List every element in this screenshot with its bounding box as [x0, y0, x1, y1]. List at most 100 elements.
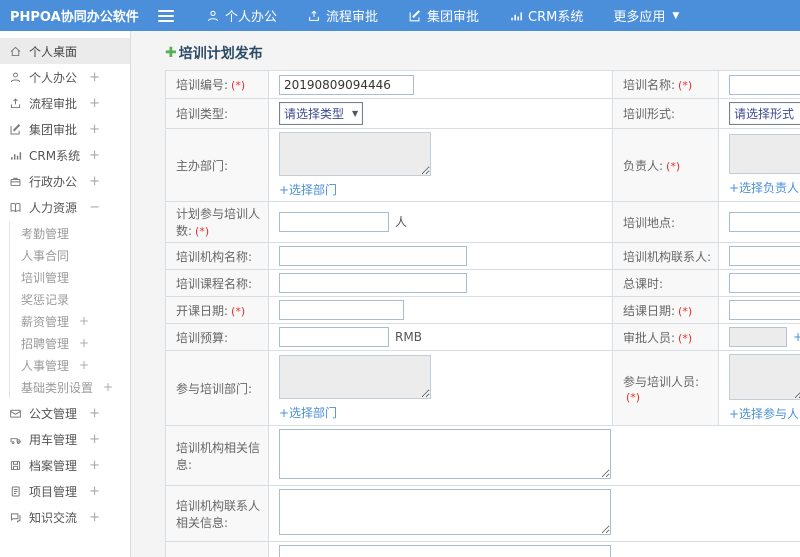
disk-icon — [10, 460, 21, 470]
expand-plus-icon: + — [89, 457, 100, 473]
home-icon — [10, 46, 21, 56]
org-contact-input[interactable] — [729, 246, 800, 266]
choose-join-people-link[interactable]: +选择参与人员 — [729, 405, 800, 422]
start-date-input[interactable] — [279, 300, 404, 320]
label-org-info: 培训机构相关信息: — [176, 440, 261, 472]
user-icon — [10, 72, 21, 82]
choose-join-dept-link[interactable]: +选择部门 — [279, 404, 606, 421]
planned-participants-input[interactable] — [279, 212, 389, 232]
label-training-form: 培训形式: — [623, 107, 676, 121]
leader-textarea[interactable] — [729, 134, 800, 174]
expand-plus-icon: + — [79, 314, 90, 328]
collapse-minus-icon: − — [89, 199, 100, 215]
sidebar-item-crm-system[interactable]: CRM系统 + — [0, 142, 130, 168]
top-nav: 个人办公 流程审批 集团审批 CRM系统 更多应用 ▼ — [206, 6, 679, 25]
choose-approver-link[interactable]: +选择审批人员 — [793, 330, 800, 344]
expand-plus-icon: + — [89, 405, 100, 421]
required-mark: (*) — [231, 79, 246, 92]
nav-more-apps[interactable]: 更多应用 ▼ — [613, 6, 679, 25]
sidebar-item-archive-mgmt[interactable]: 档案管理 + — [0, 452, 130, 478]
expand-plus-icon: + — [89, 509, 100, 525]
sidebar-item-admin-office[interactable]: 行政办公 + — [0, 168, 130, 194]
budget-input[interactable] — [279, 327, 389, 347]
label-org-contact: 培训机构联系人: — [623, 249, 712, 264]
sidebar-subitem-personnel[interactable]: 人事管理 + — [10, 354, 130, 376]
sidebar-subitem-attendance[interactable]: 考勤管理 — [10, 222, 130, 244]
required-mark: (*) — [626, 390, 641, 404]
expand-plus-icon: + — [89, 173, 100, 189]
form-row-org-contact: 培训机构名称: 培训机构联系人: — [165, 242, 800, 270]
sidebar-subitem-base-category[interactable]: 基础类别设置 + — [10, 376, 130, 398]
sidebar-item-personal-desktop[interactable]: 个人桌面 — [0, 38, 130, 64]
form-row-org-info: 培训机构相关信息: — [165, 425, 800, 486]
training-name-input[interactable] — [729, 74, 800, 95]
training-type-select[interactable]: 请选择类型 ▼ — [279, 102, 364, 125]
hamburger-menu-icon[interactable] — [158, 7, 174, 25]
label-join-dept: 参与培训部门: — [176, 381, 253, 396]
host-dept-textarea[interactable] — [279, 132, 431, 176]
label-join-people: 参与培训人员: — [623, 374, 700, 389]
join-dept-textarea[interactable] — [279, 355, 431, 399]
form-row-num-place: 计划参与培训人数: (*) 人 培训地点: — [165, 201, 800, 243]
org-contact-info-textarea[interactable] — [279, 489, 611, 535]
sidebar-item-group-approval[interactable]: 集团审批 + — [0, 116, 130, 142]
page-title: ✚ 培训计划发布 — [165, 45, 263, 62]
form-row-budget-approver: 培训预算: RMB 审批人员:(*) +选择审批人员 — [165, 323, 800, 351]
training-form-select[interactable]: 请选择形式▼ — [729, 102, 800, 125]
sidebar-item-human-resources[interactable]: 人力资源 − — [0, 194, 130, 220]
sidebar-subitem-rewards[interactable]: 奖惩记录 — [10, 288, 130, 310]
bar-chart-icon — [11, 151, 22, 160]
required-mark: (*) — [678, 331, 693, 345]
nav-group-approval[interactable]: 集团审批 — [408, 6, 479, 25]
org-info-textarea[interactable] — [279, 429, 611, 479]
nav-personal-office[interactable]: 个人办公 — [206, 6, 277, 25]
label-training-place: 培训地点: — [623, 215, 676, 230]
label-training-name: 培训名称: — [623, 78, 676, 92]
form-row-dates: 开课日期: (*) 结课日期: (*) — [165, 296, 800, 324]
sidebar-item-personal-office[interactable]: 个人办公 + — [0, 64, 130, 90]
label-leader: 负责人: — [623, 158, 664, 173]
unit-rmb: RMB — [395, 330, 422, 344]
approver-input[interactable] — [729, 327, 787, 347]
expand-plus-icon: + — [103, 380, 114, 394]
form-row-org-contact-info: 培训机构联系人相关信息: — [165, 485, 800, 542]
bar-chart-icon — [511, 12, 523, 20]
sidebar-item-document-mgmt[interactable]: 公文管理 + — [0, 400, 130, 426]
sidebar: 个人桌面 个人办公 + 流程审批 + 集团审批 + CRM系统 + 行政办公 +… — [0, 31, 131, 557]
form-row-dept-leader: 主办部门: +选择部门 负责人: (*) +选择负责人 — [165, 128, 800, 202]
sidebar-item-knowledge-exchange[interactable]: 知识交流 + — [0, 504, 130, 530]
label-org-contact-info: 培训机构联系人相关信息: — [176, 498, 261, 530]
app-logo-title: PHPOA协同办公软件 — [10, 10, 139, 25]
requirement-textarea[interactable] — [279, 545, 611, 557]
sidebar-subitem-hr-contract[interactable]: 人事合同 — [10, 244, 130, 266]
nav-workflow-approval[interactable]: 流程审批 — [307, 6, 378, 25]
org-name-input[interactable] — [279, 246, 467, 266]
end-date-input[interactable] — [729, 300, 800, 320]
chat-icon — [10, 512, 21, 523]
choose-dept-link[interactable]: +选择部门 — [279, 181, 606, 198]
sidebar-subitem-salary[interactable]: 薪资管理 + — [10, 310, 130, 332]
choose-leader-link[interactable]: +选择负责人 — [729, 179, 800, 196]
sidebar-item-project-mgmt[interactable]: 项目管理 + — [0, 478, 130, 504]
sidebar-subitem-training[interactable]: 培训管理 — [10, 266, 130, 288]
training-place-input[interactable] — [729, 212, 800, 232]
sidebar-item-workflow-approval[interactable]: 流程审批 + — [0, 90, 130, 116]
required-mark: (*) — [231, 304, 246, 318]
required-mark: (*) — [678, 304, 693, 318]
unit-people: 人 — [395, 215, 408, 229]
join-people-textarea[interactable] — [729, 354, 800, 400]
training-no-input[interactable] — [279, 74, 414, 95]
expand-plus-icon: + — [89, 147, 100, 163]
training-plan-form: 培训编号:(*) 培训名称:(*) 培训类型: 请选择类型▼ 培训形式: 请选择… — [165, 70, 800, 557]
total-hours-input[interactable] — [729, 273, 800, 293]
label-host-dept: 主办部门: — [176, 158, 229, 173]
course-name-input[interactable] — [279, 273, 467, 293]
sidebar-subitem-recruit[interactable]: 招聘管理 + — [10, 332, 130, 354]
caret-down-icon: ▼ — [672, 10, 680, 21]
expand-plus-icon: + — [89, 483, 100, 499]
label-training-no: 培训编号: — [176, 78, 229, 92]
label-course-name: 培训课程名称: — [176, 276, 253, 291]
nav-crm-system[interactable]: CRM系统 — [509, 6, 583, 25]
expand-plus-icon: + — [89, 431, 100, 447]
sidebar-item-vehicle-mgmt[interactable]: 用车管理 + — [0, 426, 130, 452]
